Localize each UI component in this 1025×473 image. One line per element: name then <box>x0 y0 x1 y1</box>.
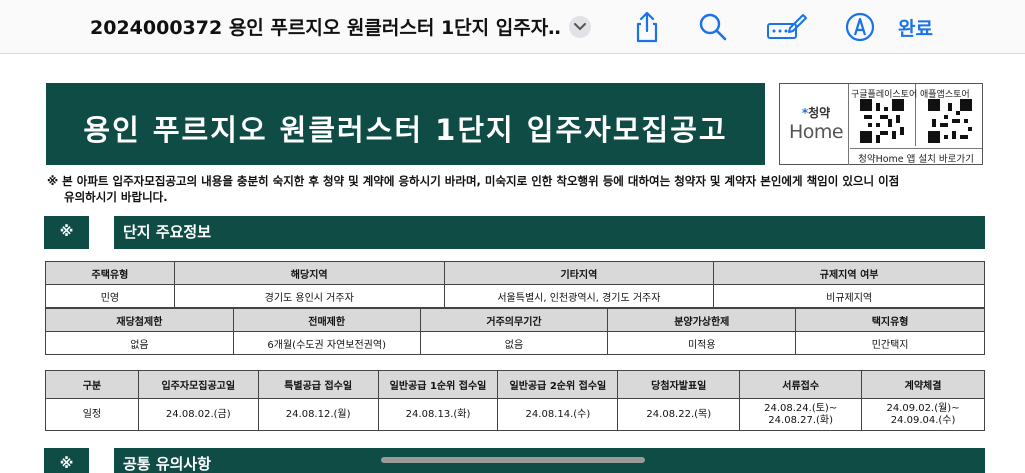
app-store-qr-icon[interactable] <box>928 99 972 143</box>
main-info-table-1: 주택유형 해당지역 기타지역 규제지역 여부 민영 경기도 용인시 거주자 서울… <box>45 261 985 308</box>
table-header: 거주의무기간 <box>419 308 609 332</box>
cheongyak-home-logo: *청약 Home <box>784 104 848 143</box>
done-button[interactable]: 완료 <box>898 14 933 41</box>
date-range-start: 24.09.02.(월)~ <box>886 402 960 414</box>
table-cell: 24.09.02.(월)~ 24.09.04.(수) <box>861 398 985 431</box>
date-range-start: 24.08.24.(토)~ <box>764 402 838 414</box>
table-header: 기타지역 <box>443 261 715 285</box>
markup-pen-icon <box>767 14 807 39</box>
table-header: 계약체결 <box>861 370 985 399</box>
table-header: 입주자모집공고일 <box>137 370 259 399</box>
divider <box>848 84 849 165</box>
horizontal-scrollbar[interactable] <box>381 457 645 463</box>
notice-line: ※ 본 아파트 입주자모집공고의 내용을 충분히 숙지한 후 청약 및 계약에 … <box>47 174 900 188</box>
document-page: 용인 푸르지오 원클러스터 1단지 입주자모집공고 *청약 Home 구글플레이… <box>0 55 1025 473</box>
table-header: 규제지역 여부 <box>713 261 985 285</box>
app-install-link[interactable]: 청약Home 앱 설치 바로가기 <box>850 148 982 165</box>
table-header: 당첨자발표일 <box>617 370 741 399</box>
table-cell: 없음 <box>45 331 234 355</box>
table-cell: 민간택지 <box>795 331 985 355</box>
table-cell: 24.08.02.(금) <box>137 398 259 431</box>
table-header: 재당첨제한 <box>45 308 234 332</box>
navigate-icon <box>845 12 875 42</box>
toolbar: 2024000372 용인 푸르지오 원클러스터 1단지 입주자… 완료 <box>0 0 1025 54</box>
title-banner: 용인 푸르지오 원클러스터 1단지 입주자모집공고 <box>46 83 765 165</box>
table-cell: 민영 <box>45 284 175 308</box>
announcement-title: 용인 푸르지오 원클러스터 1단지 입주자모집공고 <box>83 113 728 147</box>
table-header: 특별공급 접수일 <box>257 370 379 399</box>
schedule-table: 구분 입주자모집공고일 특별공급 접수일 일반공급 1순위 접수일 일반공급 2… <box>45 370 985 431</box>
navigate-button[interactable] <box>843 10 877 44</box>
table-header: 일반공급 2순위 접수일 <box>497 370 619 399</box>
main-info-table-2: 재당첨제한 전매제한 거주의무기간 분양가상한제 택지유형 없음 6개월(수도권… <box>45 308 985 355</box>
table-cell: 6개월(수도권 자연보전권역) <box>232 331 421 355</box>
section-header-main-info: ※ 단지 주요정보 <box>44 216 985 249</box>
share-icon <box>636 11 658 43</box>
table-header: 일반공급 1순위 접수일 <box>377 370 499 399</box>
document-title[interactable]: 2024000372 용인 푸르지오 원클러스터 1단지 입주자… <box>90 13 560 40</box>
search-button[interactable] <box>696 10 730 44</box>
table-cell: 경기도 용인시 거주자 <box>173 284 445 308</box>
search-icon <box>699 13 727 41</box>
markup-button[interactable] <box>766 10 808 44</box>
table-cell: 24.08.24.(토)~ 24.08.27.(화) <box>739 398 863 431</box>
table-header: 해당지역 <box>173 261 445 285</box>
chevron-down-icon <box>574 23 586 31</box>
table-header: 전매제한 <box>232 308 421 332</box>
table-header: 구분 <box>45 370 139 399</box>
google-play-qr-icon[interactable] <box>860 99 904 143</box>
notice-line: 유의하시기 바랍니다. <box>64 190 168 204</box>
table-cell: 서울특별시, 인천광역시, 경기도 거주자 <box>443 284 715 308</box>
date-range-end: 24.08.27.(화) <box>768 414 834 426</box>
table-header: 택지유형 <box>795 308 985 332</box>
app-install-box[interactable]: *청약 Home 구글플레이스토어 애플앱스토어 청약Home 앱 설치 바로가… <box>779 83 983 165</box>
title-menu-button[interactable] <box>569 16 591 38</box>
table-header: 서류접수 <box>739 370 863 399</box>
share-button[interactable] <box>630 10 664 44</box>
table-cell: 미적용 <box>607 331 797 355</box>
table-cell: 비규제지역 <box>713 284 985 308</box>
logo-top-text: 청약 <box>808 106 831 120</box>
table-row-label: 일정 <box>45 398 139 431</box>
section-mark: ※ <box>44 216 89 249</box>
date-range-end: 24.09.04.(수) <box>890 414 956 426</box>
table-cell: 없음 <box>419 331 609 355</box>
table-cell: 24.08.13.(화) <box>377 398 499 431</box>
table-cell: 24.08.12.(월) <box>257 398 379 431</box>
logo-main-text: Home <box>788 121 844 143</box>
section-title: 단지 주요정보 <box>114 216 985 249</box>
table-cell: 24.08.22.(목) <box>617 398 741 431</box>
table-cell: 24.08.14.(수) <box>497 398 619 431</box>
table-header: 분양가상한제 <box>607 308 797 332</box>
table-header: 주택유형 <box>45 261 175 285</box>
disclaimer-notice: ※ 본 아파트 입주자모집공고의 내용을 충분히 숙지한 후 청약 및 계약에 … <box>47 173 977 205</box>
section-mark: ※ <box>44 448 89 473</box>
